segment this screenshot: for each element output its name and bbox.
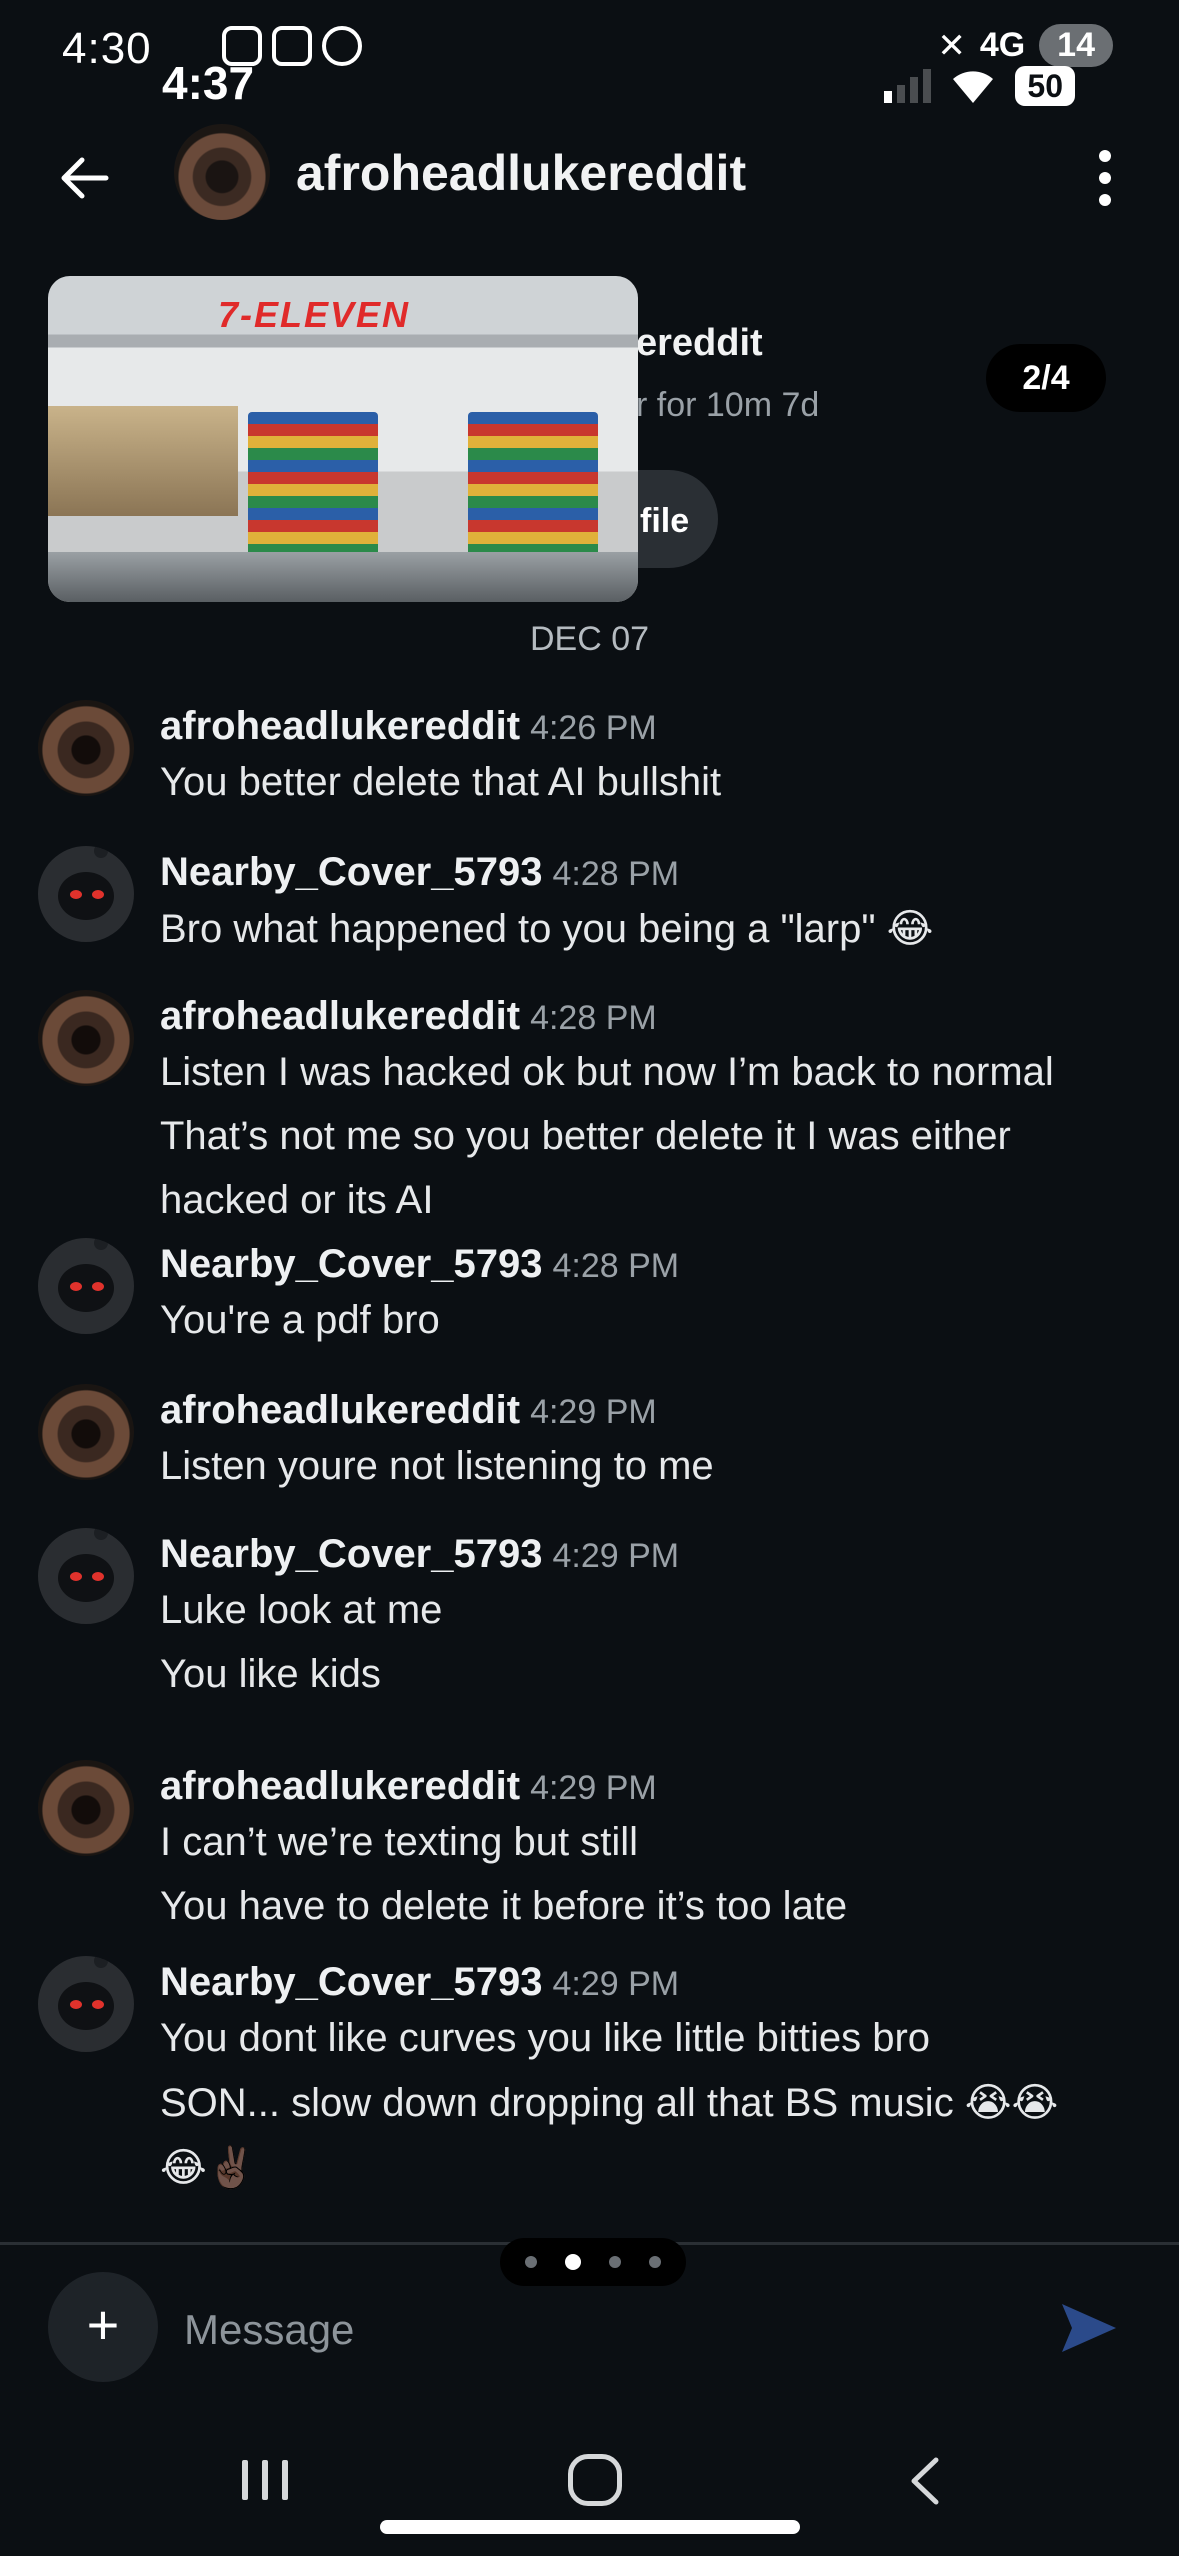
home-indicator[interactable] bbox=[380, 2520, 800, 2534]
message-username[interactable]: afroheadlukereddit 4:29 PM bbox=[160, 1764, 657, 1809]
message-text: hacked or its AI bbox=[160, 1178, 434, 1222]
chat-header: afroheadlukereddit bbox=[0, 120, 1179, 230]
status-time-outer: 4:30 bbox=[62, 24, 152, 73]
message-text: You dont like curves you like little bit… bbox=[160, 2016, 931, 2060]
photo-shelf bbox=[468, 412, 598, 562]
message-timestamp: 4:28 PM bbox=[530, 999, 657, 1037]
page-dot bbox=[609, 2256, 621, 2268]
add-attachment-button[interactable]: + bbox=[48, 2272, 158, 2382]
user-avatar[interactable] bbox=[38, 1956, 134, 2052]
profile-card-subtitle: r for 10m 7d bbox=[636, 386, 820, 424]
page-dot-active bbox=[565, 2254, 581, 2270]
username-text[interactable]: afroheadlukereddit bbox=[160, 1764, 520, 1808]
message-timestamp: 4:29 PM bbox=[530, 1769, 657, 1807]
message-username[interactable]: afroheadlukereddit 4:28 PM bbox=[160, 994, 657, 1039]
message-text: That’s not me so you better delete it I … bbox=[160, 1114, 1011, 1158]
network-label: 4G bbox=[979, 26, 1026, 64]
message-timestamp: 4:26 PM bbox=[530, 709, 657, 747]
page-indicator: 2/4 bbox=[986, 344, 1106, 412]
chat-title[interactable]: afroheadlukereddit bbox=[296, 144, 746, 202]
message-timestamp: 4:28 PM bbox=[552, 1247, 680, 1285]
user-avatar[interactable] bbox=[38, 846, 134, 942]
mute-icon: ✕ bbox=[937, 26, 966, 65]
threads-icon bbox=[322, 26, 362, 66]
message-timestamp: 4:28 PM bbox=[552, 855, 680, 893]
message-text: You're a pdf bro bbox=[160, 1298, 440, 1342]
message-username[interactable]: Nearby_Cover_5793 4:29 PM bbox=[160, 1960, 679, 2005]
page-dot bbox=[649, 2256, 661, 2268]
message-text: I can’t we’re texting but still bbox=[160, 1820, 638, 1864]
message-text: Bro what happened to you being a "larp" … bbox=[160, 907, 934, 951]
message-username[interactable]: afroheadlukereddit 4:26 PM bbox=[160, 704, 657, 749]
status-right-inner: 50 bbox=[884, 66, 1075, 106]
username-text[interactable]: Nearby_Cover_5793 bbox=[160, 1532, 542, 1576]
message-username[interactable]: Nearby_Cover_5793 4:29 PM bbox=[160, 1532, 679, 1577]
user-avatar[interactable] bbox=[38, 990, 134, 1086]
message-text: Listen youre not listening to me bbox=[160, 1444, 714, 1488]
shared-photo[interactable]: 7-ELEVEN bbox=[48, 276, 638, 602]
profile-card-name: ereddit bbox=[636, 322, 763, 364]
status-bar-outer: 4:30 ✕ 4G 14 4:37 50 bbox=[0, 0, 1179, 109]
recent-apps-icon[interactable] bbox=[242, 2460, 288, 2500]
user-avatar[interactable] bbox=[38, 1238, 134, 1334]
message-timestamp: 4:29 PM bbox=[552, 1537, 680, 1575]
message-timestamp: 4:29 PM bbox=[530, 1393, 657, 1431]
user-avatar[interactable] bbox=[38, 1384, 134, 1480]
message-username[interactable]: Nearby_Cover_5793 4:28 PM bbox=[160, 850, 679, 895]
user-avatar[interactable] bbox=[38, 1760, 134, 1856]
username-text[interactable]: afroheadlukereddit bbox=[160, 704, 520, 748]
page-dots bbox=[500, 2238, 686, 2286]
send-icon[interactable] bbox=[1058, 2300, 1120, 2356]
username-text[interactable]: Nearby_Cover_5793 bbox=[160, 1960, 542, 2004]
signal-icon bbox=[884, 69, 932, 103]
status-right-outer: ✕ 4G 14 bbox=[937, 24, 1113, 67]
store-sign: 7-ELEVEN bbox=[218, 294, 411, 335]
user-avatar[interactable] bbox=[38, 1528, 134, 1624]
page-dot bbox=[525, 2256, 537, 2268]
status-time-inner: 4:37 bbox=[162, 57, 255, 109]
wifi-icon bbox=[953, 71, 994, 103]
photo-floor bbox=[48, 552, 638, 602]
message-text: 😂✌🏿 bbox=[160, 2146, 257, 2190]
message-text: Luke look at me bbox=[160, 1588, 443, 1632]
more-options-icon[interactable] bbox=[1097, 150, 1113, 206]
message-text: SON... slow down dropping all that BS mu… bbox=[160, 2081, 1059, 2125]
message-text: Listen I was hacked ok but now I’m back … bbox=[160, 1050, 1054, 1094]
message-username[interactable]: Nearby_Cover_5793 4:28 PM bbox=[160, 1242, 679, 1287]
nav-back-icon[interactable] bbox=[904, 2456, 948, 2506]
username-text[interactable]: Nearby_Cover_5793 bbox=[160, 850, 542, 894]
message-input[interactable] bbox=[184, 2300, 984, 2360]
photo-counter bbox=[48, 406, 238, 516]
home-icon[interactable] bbox=[568, 2454, 622, 2506]
instagram-icon bbox=[272, 26, 312, 66]
username-text[interactable]: afroheadlukereddit bbox=[160, 994, 520, 1038]
user-avatar[interactable] bbox=[38, 700, 134, 796]
message-text: You have to delete it before it’s too la… bbox=[160, 1884, 848, 1928]
message-timestamp: 4:29 PM bbox=[552, 1965, 680, 2003]
battery-inner: 50 bbox=[1015, 66, 1075, 106]
date-divider: DEC 07 bbox=[529, 620, 650, 658]
username-text[interactable]: Nearby_Cover_5793 bbox=[160, 1242, 542, 1286]
battery-outer: 14 bbox=[1039, 24, 1113, 67]
photo-shelf bbox=[248, 412, 378, 562]
message-text: You better delete that AI bullshit bbox=[160, 760, 722, 804]
message-text: You like kids bbox=[160, 1652, 381, 1696]
back-arrow-icon[interactable] bbox=[54, 148, 114, 208]
message-username[interactable]: afroheadlukereddit 4:29 PM bbox=[160, 1388, 657, 1433]
system-nav-bar bbox=[0, 2420, 1179, 2556]
header-avatar[interactable] bbox=[174, 124, 270, 220]
username-text[interactable]: afroheadlukereddit bbox=[160, 1388, 520, 1432]
